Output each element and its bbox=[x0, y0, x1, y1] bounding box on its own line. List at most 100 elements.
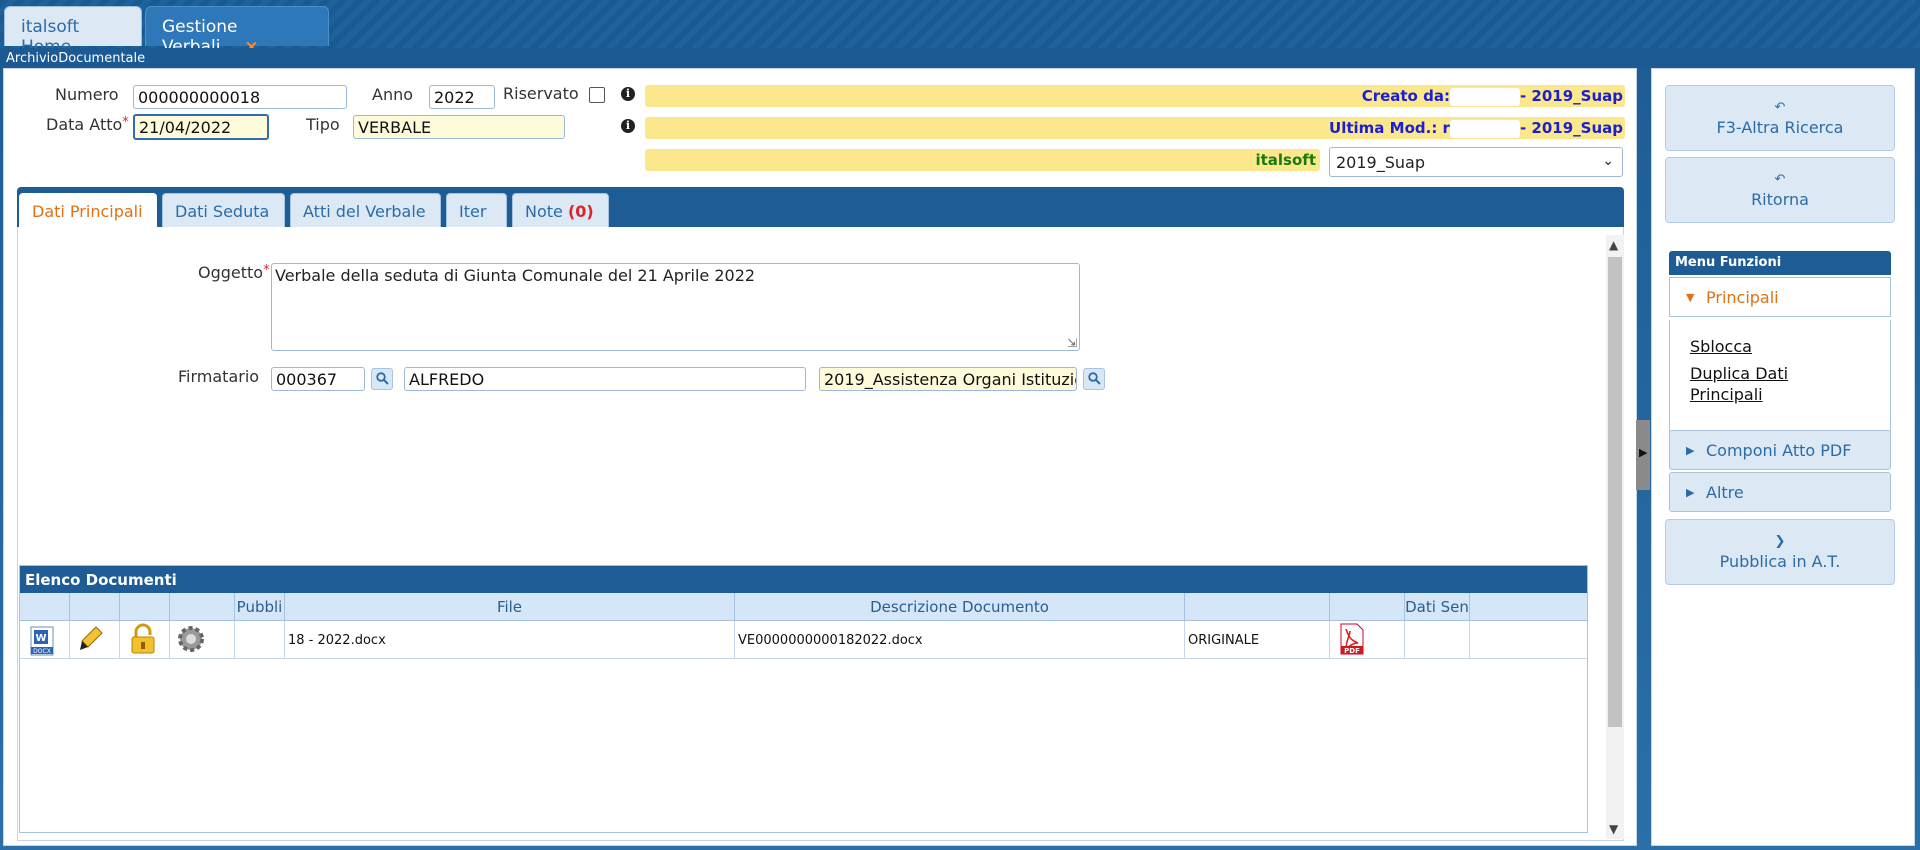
info-icon[interactable]: i bbox=[621, 119, 635, 133]
ente-select-value: 2019_Suap bbox=[1336, 153, 1425, 172]
top-tab-bar: italsoft Home Gestione Verbali × bbox=[0, 0, 1920, 57]
riservato-label: Riservato bbox=[503, 84, 579, 103]
gear-icon[interactable] bbox=[170, 621, 235, 659]
riservato-checkbox[interactable] bbox=[589, 87, 605, 103]
creato-prefix: Creato da: bbox=[1361, 87, 1450, 105]
inner-tab-strip: Dati Principali Dati Seduta Atti del Ver… bbox=[17, 187, 1624, 227]
pubblica-button[interactable]: ❯ Pubblica in A.T. bbox=[1665, 519, 1895, 585]
oggetto-text: Oggetto bbox=[198, 263, 264, 282]
menu-funzioni-title: Menu Funzioni bbox=[1669, 251, 1891, 275]
firmatario-name-field[interactable]: ALFREDO bbox=[404, 367, 806, 391]
tab-note[interactable]: Note (0) bbox=[512, 193, 609, 227]
accordion-componi-label: Componi Atto PDF bbox=[1706, 441, 1852, 460]
column-header[interactable] bbox=[170, 593, 235, 621]
ente-select[interactable]: 2019_Suap ⌄ bbox=[1329, 147, 1623, 177]
docx-file-icon[interactable]: W DOCX bbox=[20, 621, 70, 659]
anno-field[interactable]: 2022 bbox=[429, 85, 495, 109]
search-icon[interactable] bbox=[1083, 368, 1105, 390]
tipo-label: Tipo bbox=[306, 115, 340, 134]
svg-text:DOCX: DOCX bbox=[33, 648, 51, 655]
rss-icon: ❯ bbox=[1774, 534, 1786, 549]
search-icon[interactable] bbox=[371, 368, 393, 390]
firmatario-ufficio-field[interactable]: 2019_Assistenza Organi Istituzionali bbox=[819, 367, 1077, 391]
caret-right-icon: ▶ bbox=[1686, 486, 1695, 499]
accordion-altre[interactable]: ▶ Altre bbox=[1669, 472, 1891, 512]
panel-toggle-handle[interactable]: ▶ bbox=[1636, 420, 1650, 490]
tab-gestione-verbali[interactable]: Gestione Verbali × bbox=[145, 6, 329, 57]
data-atto-field[interactable]: 21/04/2022 bbox=[133, 114, 269, 140]
column-header[interactable] bbox=[20, 593, 70, 621]
duplica-link-line1[interactable]: Duplica Dati bbox=[1690, 363, 1788, 384]
note-count-badge: (0) bbox=[567, 202, 594, 221]
pubblica-label: Pubblica in A.T. bbox=[1719, 552, 1841, 571]
ultima-prefix: Ultima Mod.: r bbox=[1329, 119, 1450, 137]
column-header-pubbli[interactable]: Pubbli bbox=[235, 593, 285, 621]
scroll-thumb[interactable] bbox=[1608, 257, 1622, 727]
tab-dati-seduta[interactable]: Dati Seduta bbox=[162, 193, 285, 227]
principali-body: Sblocca Duplica Dati Principali bbox=[1669, 320, 1891, 432]
ritorna-label: Ritorna bbox=[1751, 190, 1809, 209]
vertical-scrollbar[interactable]: ▲ ▼ bbox=[1606, 235, 1624, 839]
column-header[interactable] bbox=[1330, 593, 1405, 621]
creato-da-bar: Creato da: - 2019_Suap bbox=[645, 85, 1625, 107]
accordion-altre-label: Altre bbox=[1706, 483, 1744, 502]
svg-text:W: W bbox=[35, 633, 46, 644]
ente-bar: italsoft bbox=[645, 149, 1320, 171]
breadcrumb: ArchivioDocumentale bbox=[0, 48, 1920, 68]
tab-note-label: Note bbox=[525, 202, 563, 221]
dati-sen-cell bbox=[1405, 621, 1470, 659]
ritorna-button[interactable]: ↶ Ritorna bbox=[1665, 157, 1895, 223]
accordion-principali[interactable]: ▼ Principali bbox=[1669, 277, 1891, 317]
numero-field[interactable]: 000000000018 bbox=[133, 85, 347, 109]
redacted-mask bbox=[1449, 87, 1520, 106]
file-cell: 18 - 2022.docx bbox=[285, 621, 735, 659]
column-header[interactable] bbox=[1185, 593, 1330, 621]
scroll-down-icon[interactable]: ▼ bbox=[1609, 822, 1618, 836]
column-header[interactable] bbox=[70, 593, 120, 621]
column-header-file[interactable]: File bbox=[285, 593, 735, 621]
anno-label: Anno bbox=[372, 85, 414, 104]
tab-atti-del-verbale[interactable]: Atti del Verbale bbox=[290, 193, 441, 227]
altra-ricerca-button[interactable]: ↶ F3-Altra Ricerca bbox=[1665, 85, 1895, 151]
empty-cell bbox=[1470, 621, 1587, 659]
undo-icon: ↶ bbox=[1774, 100, 1786, 115]
required-marker: * bbox=[122, 115, 129, 130]
numero-label: Numero bbox=[55, 85, 119, 104]
firmatario-code-field[interactable]: 000367 bbox=[271, 367, 365, 391]
column-header-dati-sen[interactable]: Dati Sen bbox=[1405, 593, 1470, 621]
accordion-principali-label: Principali bbox=[1706, 288, 1779, 307]
column-header[interactable] bbox=[120, 593, 170, 621]
data-atto-text: Data Atto bbox=[46, 115, 123, 134]
scroll-up-icon[interactable]: ▲ bbox=[1609, 238, 1618, 252]
descrizione-cell: VE0000000000182022.docx bbox=[735, 621, 1185, 659]
data-atto-label: Data Atto* bbox=[46, 115, 129, 134]
pdf-icon[interactable]: PDF bbox=[1330, 621, 1405, 659]
oggetto-textarea[interactable]: Verbale della seduta di Giunta Comunale … bbox=[271, 263, 1080, 351]
lock-icon[interactable] bbox=[120, 621, 170, 659]
info-icon[interactable]: i bbox=[621, 87, 635, 101]
tipo-field[interactable]: VERBALE bbox=[353, 115, 565, 139]
tab-dati-principali[interactable]: Dati Principali bbox=[19, 193, 157, 227]
column-header[interactable] bbox=[1470, 593, 1587, 621]
redacted-mask bbox=[484, 371, 573, 390]
creato-suffix: - 2019_Suap bbox=[1519, 87, 1623, 105]
redacted-mask bbox=[1449, 119, 1520, 138]
ultima-suffix: - 2019_Suap bbox=[1519, 119, 1623, 137]
resize-handle-icon[interactable]: ⇲ bbox=[1067, 336, 1077, 350]
column-header-descrizione[interactable]: Descrizione Documento bbox=[735, 593, 1185, 621]
tab-italsoft-home[interactable]: italsoft Home bbox=[4, 6, 142, 57]
altra-ricerca-label: F3-Altra Ricerca bbox=[1716, 118, 1844, 137]
sblocca-link[interactable]: Sblocca bbox=[1690, 336, 1752, 357]
documents-grid: Elenco Documenti Pubbli File Descrizione… bbox=[19, 565, 1588, 833]
duplica-link-line2[interactable]: Principali bbox=[1690, 384, 1763, 405]
undo-icon: ↶ bbox=[1774, 172, 1786, 187]
right-panel: ↶ F3-Altra Ricerca ↶ Ritorna Menu Funzio… bbox=[1651, 68, 1915, 846]
pubbli-cell bbox=[235, 621, 285, 659]
oggetto-value: Verbale della seduta di Giunta Comunale … bbox=[275, 266, 756, 285]
svg-text:PDF: PDF bbox=[1344, 647, 1360, 655]
edit-pencil-icon[interactable] bbox=[70, 621, 120, 659]
accordion-componi-atto-pdf[interactable]: ▶ Componi Atto PDF bbox=[1669, 430, 1891, 470]
firmatario-name-value: ALFREDO bbox=[409, 370, 485, 389]
tab-iter[interactable]: Iter bbox=[446, 193, 507, 227]
caret-down-icon: ▼ bbox=[1686, 291, 1695, 304]
